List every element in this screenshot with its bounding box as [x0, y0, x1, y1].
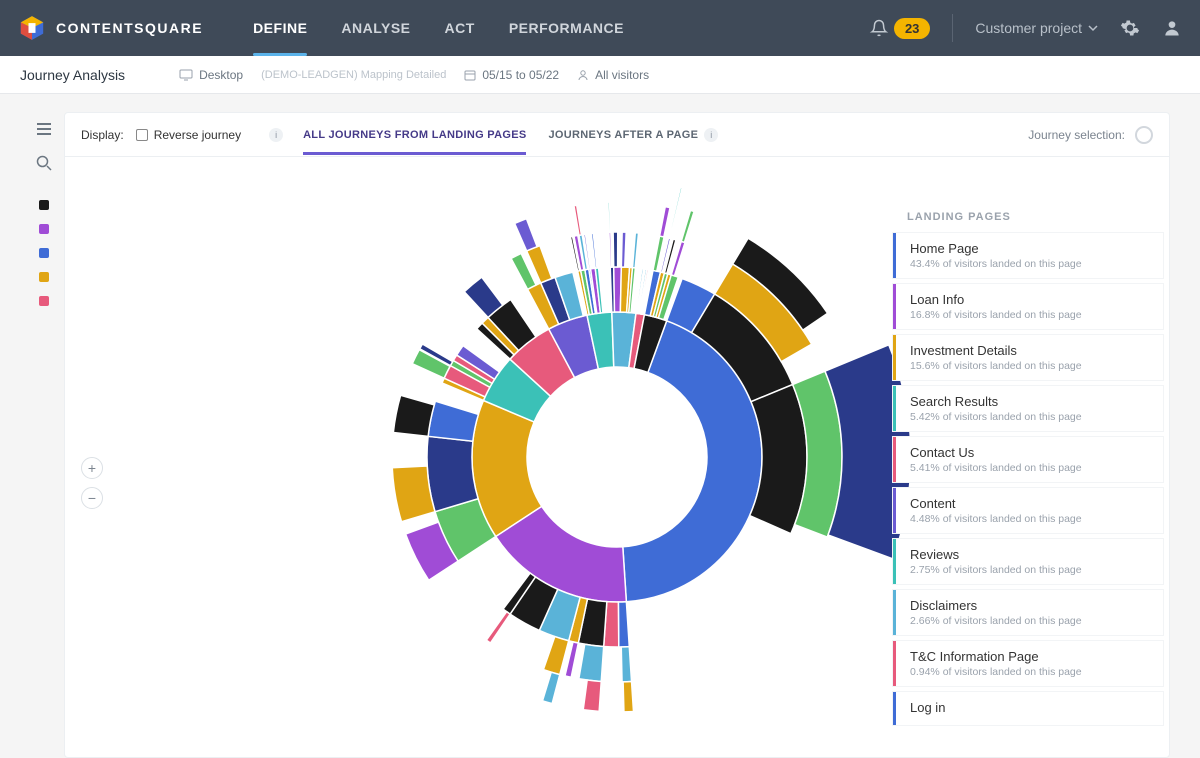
- landing-page-sub: 0.94% of visitors landed on this page: [910, 666, 1153, 678]
- gear-icon[interactable]: [1120, 18, 1140, 38]
- sunburst-chart[interactable]: [297, 167, 937, 747]
- landing-pages-header: LANDING PAGES: [907, 211, 1163, 223]
- nav-analyse[interactable]: ANALYSE: [341, 14, 410, 42]
- landing-page-item[interactable]: Loan Info 16.8% of visitors landed on thi…: [893, 284, 1163, 329]
- context-bar: Journey Analysis Desktop (DEMO-LEADGEN) …: [0, 56, 1200, 94]
- chevron-down-icon: [1088, 23, 1098, 33]
- landing-page-title: Log in: [910, 700, 1153, 715]
- display-label: Display:: [81, 128, 124, 142]
- landing-page-item[interactable]: Investment Details 15.6% of visitors land…: [893, 335, 1163, 380]
- main-nav: DEFINE ANALYSE ACT PERFORMANCE: [253, 14, 624, 42]
- legend-dot[interactable]: [39, 200, 49, 210]
- zoom-out-button[interactable]: −: [81, 487, 103, 509]
- landing-page-sub: 2.75% of visitors landed on this page: [910, 564, 1153, 576]
- panel-header: Display: Reverse journey i ALL JOURNEYS …: [65, 113, 1169, 157]
- landing-page-title: T&C Information Page: [910, 649, 1153, 664]
- landing-page-title: Search Results: [910, 394, 1153, 409]
- landing-page-title: Contact Us: [910, 445, 1153, 460]
- landing-page-sub: 2.66% of visitors landed on this page: [910, 615, 1153, 627]
- landing-page-item[interactable]: T&C Information Page 0.94% of visitors la…: [893, 641, 1163, 686]
- calendar-icon: [464, 69, 476, 81]
- landing-page-item[interactable]: Reviews 2.75% of visitors landed on this …: [893, 539, 1163, 584]
- legend-dot[interactable]: [39, 272, 49, 282]
- mapping-label[interactable]: (DEMO-LEADGEN) Mapping Detailed: [261, 69, 446, 81]
- landing-page-sub: 15.6% of visitors landed on this page: [910, 360, 1153, 372]
- zoom-in-button[interactable]: +: [81, 457, 103, 479]
- page-title: Journey Analysis: [20, 67, 125, 83]
- landing-page-title: Reviews: [910, 547, 1153, 562]
- legend: [39, 200, 49, 306]
- notifications[interactable]: 23: [870, 18, 930, 39]
- nav-define[interactable]: DEFINE: [253, 14, 307, 42]
- landing-page-title: Home Page: [910, 241, 1153, 256]
- landing-page-sub: 4.48% of visitors landed on this page: [910, 513, 1153, 525]
- landing-page-title: Investment Details: [910, 343, 1153, 358]
- top-header: CONTENTSQUARE DEFINE ANALYSE ACT PERFORM…: [0, 0, 1200, 56]
- device-selector[interactable]: Desktop: [179, 68, 243, 82]
- user-icon[interactable]: [1162, 18, 1182, 38]
- landing-page-sub: 16.8% of visitors landed on this page: [910, 309, 1153, 321]
- landing-page-sub: 43.4% of visitors landed on this page: [910, 258, 1153, 270]
- journey-selection-label: Journey selection:: [1028, 128, 1125, 142]
- info-icon[interactable]: i: [269, 128, 283, 142]
- bell-icon: [870, 19, 888, 37]
- legend-dot[interactable]: [39, 248, 49, 258]
- legend-dot[interactable]: [39, 296, 49, 306]
- logo: CONTENTSQUARE: [18, 14, 203, 42]
- person-icon: [577, 69, 589, 81]
- landing-page-sub: 5.41% of visitors landed on this page: [910, 462, 1153, 474]
- brand-text: CONTENTSQUARE: [56, 20, 203, 36]
- nav-act[interactable]: ACT: [445, 14, 475, 42]
- landing-page-item[interactable]: Home Page 43.4% of visitors landed on thi…: [893, 233, 1163, 278]
- landing-page-item[interactable]: Search Results 5.42% of visitors landed o…: [893, 386, 1163, 431]
- landing-page-title: Content: [910, 496, 1153, 511]
- landing-page-item[interactable]: Content 4.48% of visitors landed on this …: [893, 488, 1163, 533]
- tab-all-journeys[interactable]: ALL JOURNEYS FROM LANDING PAGES: [303, 116, 526, 154]
- main-panel: Display: Reverse journey i ALL JOURNEYS …: [64, 112, 1170, 758]
- landing-page-item[interactable]: Disclaimers 2.66% of visitors landed on t…: [893, 590, 1163, 635]
- nav-performance[interactable]: PERFORMANCE: [509, 14, 624, 42]
- info-icon[interactable]: i: [704, 128, 718, 142]
- reverse-journey-toggle[interactable]: Reverse journey: [136, 128, 241, 142]
- segment-selector[interactable]: All visitors: [577, 68, 649, 82]
- landing-page-item[interactable]: Contact Us 5.41% of visitors landed on th…: [893, 437, 1163, 482]
- logo-icon: [18, 14, 46, 42]
- landing-page-sub: 5.42% of visitors landed on this page: [910, 411, 1153, 423]
- notification-count: 23: [894, 18, 930, 39]
- search-icon[interactable]: [35, 154, 53, 172]
- menu-icon[interactable]: [35, 120, 53, 138]
- left-toolbar: [30, 112, 58, 758]
- landing-page-item[interactable]: Log in: [893, 692, 1163, 725]
- separator: [952, 14, 953, 42]
- project-name: Customer project: [975, 20, 1082, 36]
- landing-page-title: Disclaimers: [910, 598, 1153, 613]
- tab-journeys-after[interactable]: JOURNEYS AFTER A PAGE: [548, 116, 698, 154]
- date-range[interactable]: 05/15 to 05/22: [464, 68, 559, 82]
- project-selector[interactable]: Customer project: [975, 20, 1098, 36]
- landing-page-title: Loan Info: [910, 292, 1153, 307]
- legend-dot[interactable]: [39, 224, 49, 234]
- landing-pages-panel: LANDING PAGES Home Page 43.4% of visitors…: [893, 211, 1163, 731]
- journey-selection-indicator[interactable]: [1135, 126, 1153, 144]
- checkbox-icon: [136, 129, 148, 141]
- desktop-icon: [179, 69, 193, 81]
